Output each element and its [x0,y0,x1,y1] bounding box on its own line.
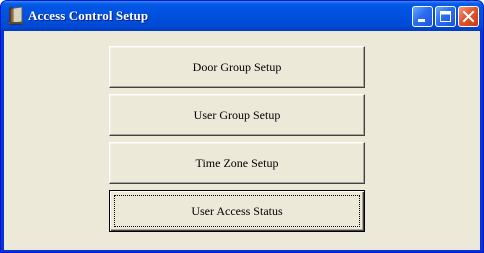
focus-rectangle [114,195,360,227]
user-group-setup-label: User Group Setup [193,107,281,122]
maximize-icon [440,11,451,22]
close-button[interactable] [458,6,479,27]
window-title: Access Control Setup [28,8,149,23]
time-zone-setup-label: Time Zone Setup [195,155,279,170]
minimize-icon [418,19,425,22]
app-window: Access Control Setup Door Group Setup Us… [0,0,484,253]
door-group-setup-label: Door Group Setup [192,59,282,74]
door-group-setup-button[interactable]: Door Group Setup [109,46,365,88]
client-area: Door Group Setup User Group Setup Time Z… [4,31,480,250]
user-access-status-button[interactable]: User Access Status [109,190,365,232]
maximize-button[interactable] [435,6,456,27]
minimize-button[interactable] [412,6,433,27]
close-icon [462,10,475,23]
user-group-setup-button[interactable]: User Group Setup [109,94,365,136]
time-zone-setup-button[interactable]: Time Zone Setup [109,142,365,184]
title-bar[interactable]: Access Control Setup [1,1,483,31]
door-icon[interactable] [7,6,25,25]
